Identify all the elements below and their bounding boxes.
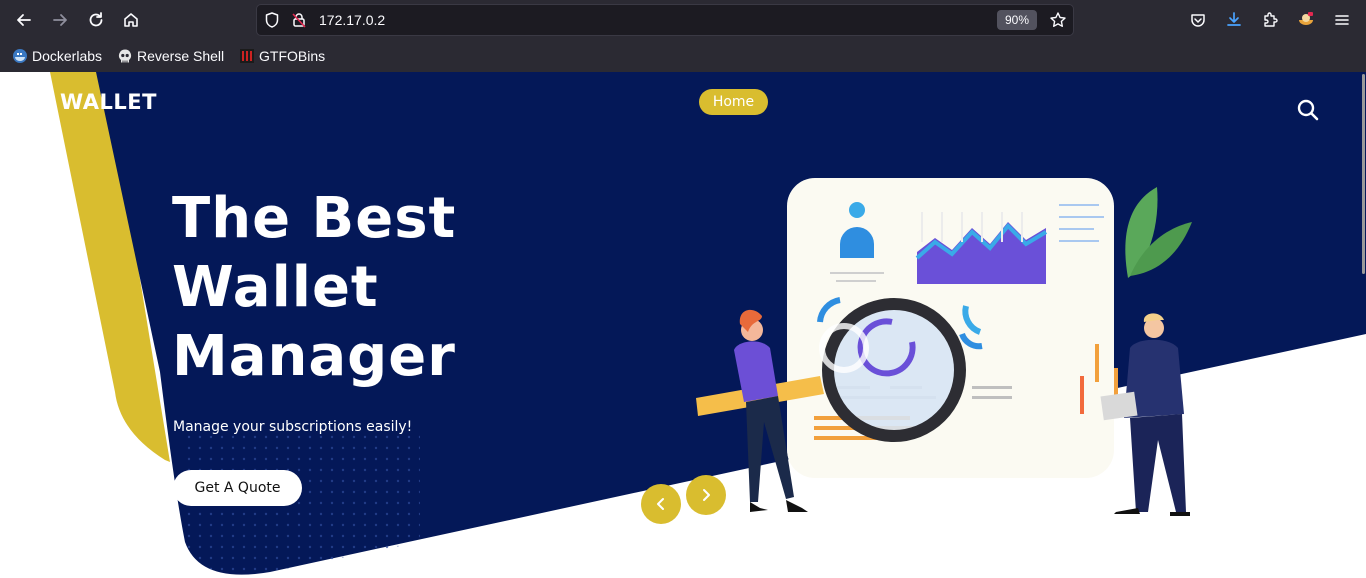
site-logo[interactable]: WALLET	[60, 90, 157, 114]
pocket-button[interactable]	[1184, 6, 1212, 34]
carousel-prev-button[interactable]	[641, 484, 681, 524]
app-menu-button[interactable]	[1328, 6, 1356, 34]
get-quote-button[interactable]: Get A Quote	[173, 470, 302, 506]
search-icon[interactable]	[1296, 98, 1320, 122]
page-scrollbar[interactable]	[1362, 72, 1366, 578]
bookmark-reverse-shell[interactable]: Reverse Shell	[117, 45, 224, 67]
address-bar[interactable]: 172.17.0.2 90%	[256, 4, 1074, 36]
hero-title-line: Wallet	[172, 255, 379, 320]
shield-icon[interactable]	[263, 11, 281, 29]
back-arrow-icon	[17, 14, 31, 26]
star-bookmark-icon[interactable]	[1049, 11, 1067, 29]
bookmark-gtfobins[interactable]: GTFOBins	[239, 45, 325, 67]
bookmark-label: Reverse Shell	[137, 48, 225, 64]
forward-button[interactable]	[46, 6, 74, 34]
hero-subtitle: Manage your subscriptions easily!	[173, 419, 413, 435]
gtfobins-icon	[240, 49, 254, 63]
ramen-bowl-icon	[1299, 12, 1313, 25]
scrollbar-thumb[interactable]	[1362, 74, 1365, 274]
puzzle-icon	[1264, 12, 1278, 27]
home-icon	[124, 13, 138, 27]
chevron-right-icon	[703, 489, 710, 501]
extension-ramen-button[interactable]	[1292, 6, 1320, 34]
reload-button[interactable]	[82, 6, 110, 34]
insecure-lock-icon[interactable]	[290, 11, 308, 29]
extensions-button[interactable]	[1256, 6, 1284, 34]
home-button[interactable]	[117, 6, 145, 34]
bookmark-dockerlabs[interactable]: Dockerlabs	[12, 45, 102, 67]
bookmark-label: GTFOBins	[259, 48, 326, 64]
back-button[interactable]	[10, 6, 38, 34]
pocket-icon	[1191, 14, 1205, 27]
forward-arrow-icon	[53, 14, 67, 26]
browser-chrome: 172.17.0.2 90% Dockerlabs Reverse Shell …	[0, 0, 1366, 72]
bookmark-label: Dockerlabs	[32, 48, 103, 64]
reload-icon	[89, 12, 103, 27]
nav-home-link[interactable]: Home	[699, 89, 768, 115]
web-page: WALLET Home The Best Wallet Manager Mana…	[0, 72, 1366, 578]
downloads-button[interactable]	[1220, 6, 1248, 34]
hero-title: The Best Wallet Manager	[172, 184, 552, 391]
url-text[interactable]: 172.17.0.2	[319, 12, 385, 28]
hamburger-menu-icon	[1335, 15, 1349, 25]
bookmarks-toolbar: Dockerlabs Reverse Shell GTFOBins	[0, 42, 1366, 70]
navigation-toolbar: 172.17.0.2 90%	[0, 0, 1366, 40]
hero-title-line: The Best	[172, 186, 457, 251]
hero-title-line: Manager	[172, 324, 456, 389]
skull-icon	[118, 49, 132, 63]
chevron-left-icon	[657, 498, 664, 510]
zoom-level-badge[interactable]: 90%	[997, 10, 1037, 30]
analytics-illustration	[696, 178, 1192, 516]
dockerlabs-icon	[13, 49, 27, 63]
download-icon	[1227, 12, 1241, 26]
carousel-next-button[interactable]	[686, 475, 726, 515]
